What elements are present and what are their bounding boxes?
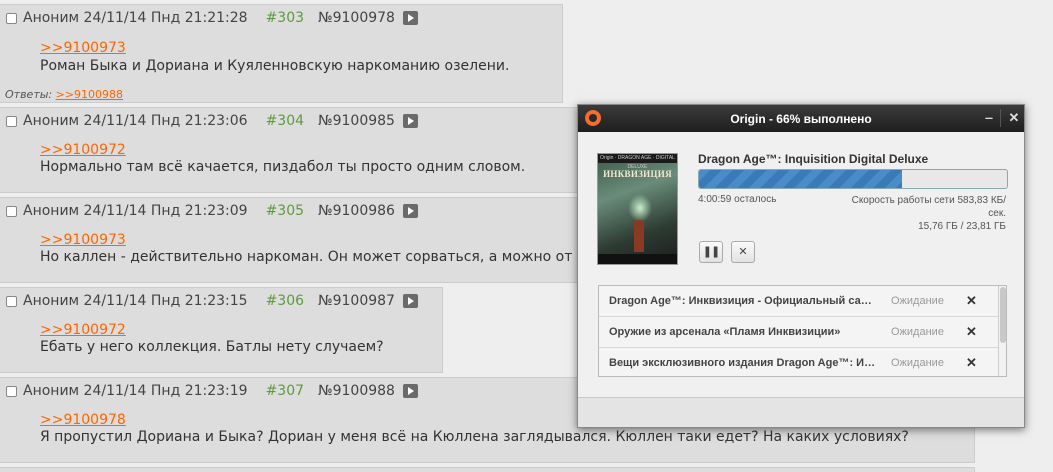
dialog-footer: [578, 397, 1024, 427]
post-header: Аноним 24/11/14 Пнд 21:23:19 #307 №91009…: [6, 383, 418, 399]
post-meta: Аноним 24/11/14 Пнд 21:23:06: [23, 113, 248, 129]
reply-link[interactable]: >>9100973: [40, 232, 126, 248]
post-id[interactable]: №9100986: [318, 203, 395, 219]
post-id[interactable]: №9100987: [318, 293, 395, 309]
play-icon[interactable]: [402, 114, 418, 128]
replies-label: Ответы:: [5, 88, 53, 101]
replies-link[interactable]: >>9100988: [56, 88, 123, 101]
cancel-download-button[interactable]: ✕: [731, 241, 755, 263]
post-number[interactable]: #305: [266, 203, 304, 219]
time-remaining: 4:00:59 осталось: [698, 194, 777, 205]
download-progress-bar: [698, 169, 1008, 189]
dialog-title: Origin - 66% выполнено: [730, 112, 872, 126]
queue-item-name: Вещи эксклюзивного издания Dragon Age™: …: [609, 357, 877, 369]
post: [0, 467, 975, 472]
queue-item-status: Ожидание: [891, 326, 944, 338]
post-number[interactable]: #307: [266, 383, 304, 399]
post-meta: Аноним 24/11/14 Пнд 21:23:15: [23, 293, 248, 309]
post-number[interactable]: #304: [266, 113, 304, 129]
post-checkbox[interactable]: [6, 295, 17, 307]
post-text: Я пропустил Дориана и Быка? Дориан у мен…: [40, 429, 909, 445]
post: Аноним 24/11/14 Пнд 21:23:09 #305 №91009…: [0, 197, 578, 283]
play-icon[interactable]: [402, 384, 418, 398]
post-meta: Аноним 24/11/14 Пнд 21:23:19: [23, 383, 248, 399]
reply-link[interactable]: >>9100972: [40, 322, 126, 338]
post-number[interactable]: #303: [266, 10, 304, 26]
progress-fill: [699, 170, 903, 188]
post-text: Нормально там всё качается, пиздабол ты …: [40, 159, 526, 175]
post-id[interactable]: №9100978: [318, 10, 395, 26]
cover-bottom-band: [598, 254, 677, 264]
pause-button[interactable]: ❚❚: [699, 241, 723, 263]
post-text: Ебать у него коллекция. Батлы нету случа…: [40, 339, 384, 355]
post-header: Аноним 24/11/14 Пнд 21:23:15 #306 №91009…: [6, 293, 418, 309]
game-cover-image: Origin · DRAGON AGE · DIGITAL DELUXE ИНК…: [597, 153, 678, 265]
play-icon[interactable]: [402, 294, 418, 308]
post: Аноним 24/11/14 Пнд 21:23:06 #304 №91009…: [0, 107, 578, 193]
post-text: Но каллен - действительно наркоман. Он м…: [40, 249, 573, 265]
minimize-button[interactable]: ‒: [981, 110, 997, 126]
cover-title: ИНКВИЗИЦИЯ: [603, 169, 672, 179]
queue-item-status: Ожидание: [891, 295, 944, 307]
download-queue: Dragon Age™: Инквизиция - Официальный са…: [598, 285, 1007, 377]
play-icon[interactable]: [402, 11, 418, 25]
download-size: 15,76 ГБ / 23,81 ГБ: [918, 221, 1006, 232]
remove-item-button[interactable]: ✕: [966, 293, 977, 309]
post: Аноним 24/11/14 Пнд 21:23:15 #306 №91009…: [0, 287, 443, 373]
post-checkbox[interactable]: [6, 205, 17, 217]
queue-item[interactable]: Вещи эксклюзивного издания Dragon Age™: …: [599, 348, 998, 376]
reply-link[interactable]: >>9100978: [40, 412, 126, 428]
close-button[interactable]: ✕: [1006, 110, 1022, 126]
post-replies: Ответы: >>9100988: [5, 88, 123, 101]
cover-glow: [628, 194, 652, 222]
post-id[interactable]: №9100985: [318, 113, 395, 129]
queue-item[interactable]: Dragon Age™: Инквизиция - Официальный са…: [599, 286, 998, 317]
post: Аноним 24/11/14 Пнд 21:21:28 #303 №91009…: [0, 4, 563, 103]
cover-figure: [634, 220, 644, 252]
post-header: Аноним 24/11/14 Пнд 21:21:28 #303 №91009…: [6, 10, 418, 26]
post-id[interactable]: №9100988: [318, 383, 395, 399]
game-title: Dragon Age™: Inquisition Digital Deluxe: [698, 152, 929, 166]
remove-item-button[interactable]: ✕: [966, 355, 977, 371]
scrollbar-thumb[interactable]: [1000, 287, 1006, 343]
queue-item[interactable]: Оружие из арсенала «Пламя Инквизиции» Ож…: [599, 317, 998, 348]
post-checkbox[interactable]: [6, 385, 17, 397]
queue-item-status: Ожидание: [891, 357, 944, 369]
post-checkbox[interactable]: [6, 115, 17, 127]
remove-item-button[interactable]: ✕: [966, 324, 977, 340]
post-header: Аноним 24/11/14 Пнд 21:23:09 #305 №91009…: [6, 203, 418, 219]
queue-scrollbar[interactable]: [998, 286, 1006, 376]
post-meta: Аноним 24/11/14 Пнд 21:23:09: [23, 203, 248, 219]
post-header: Аноним 24/11/14 Пнд 21:23:06 #304 №91009…: [6, 113, 418, 129]
reply-link[interactable]: >>9100972: [40, 142, 126, 158]
play-icon[interactable]: [402, 204, 418, 218]
dialog-titlebar[interactable]: Origin - 66% выполнено ‒ ✕: [578, 105, 1024, 132]
post-meta: Аноним 24/11/14 Пнд 21:21:28: [23, 10, 248, 26]
reply-link[interactable]: >>9100973: [40, 40, 126, 56]
titlebar-divider: [1000, 109, 1001, 127]
network-speed: Скорость работы сети 583,83 КБ/сек.: [851, 195, 1006, 219]
queue-item-name: Оружие из арсенала «Пламя Инквизиции»: [609, 326, 841, 338]
post-number[interactable]: #306: [266, 293, 304, 309]
post-text: Роман Быка и Дориана и Куяленновскую нар…: [40, 58, 510, 74]
origin-download-dialog: Origin - 66% выполнено ‒ ✕ Origin · DRAG…: [577, 104, 1025, 428]
post-checkbox[interactable]: [6, 12, 17, 24]
cover-top-band: Origin · DRAGON AGE · DIGITAL DELUXE: [598, 154, 677, 170]
queue-item-name: Dragon Age™: Инквизиция - Официальный са…: [609, 295, 877, 307]
